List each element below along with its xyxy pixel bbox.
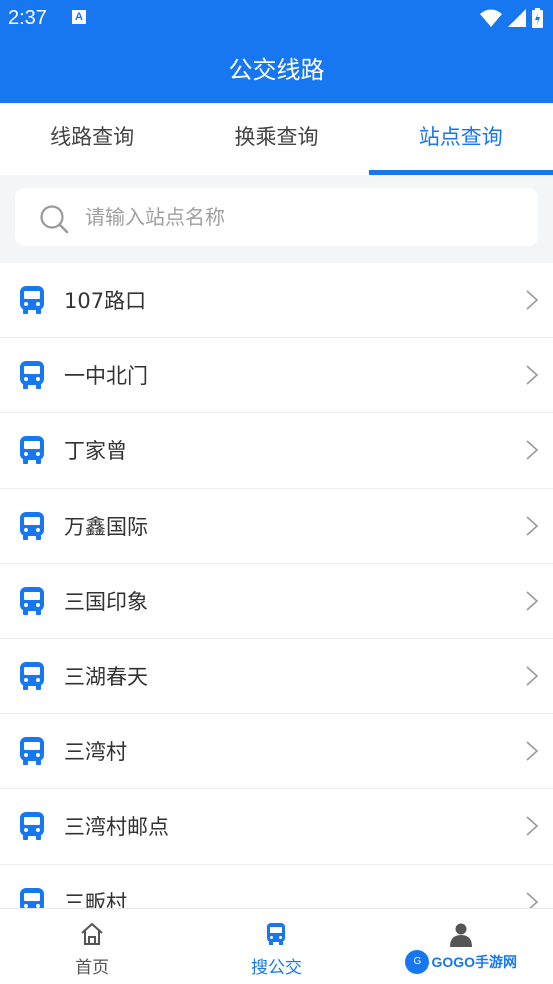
station-item[interactable]: 三湾村 xyxy=(0,714,553,790)
station-name: 万鑫国际 xyxy=(64,514,148,539)
chevron-right-icon xyxy=(526,365,539,385)
station-search-input[interactable] xyxy=(85,198,515,236)
station-item[interactable]: 三国印象 xyxy=(0,564,553,639)
station-name: 三国印象 xyxy=(64,589,148,614)
bus-icon xyxy=(20,286,44,314)
watermark: G GOGO手游网 xyxy=(405,950,517,974)
page-title: 公交线路 xyxy=(228,56,325,84)
tab-bar: 线路查询 换乘查询 站点查询 xyxy=(0,103,553,175)
chevron-right-icon xyxy=(526,816,539,836)
chevron-right-icon xyxy=(526,666,539,686)
station-item[interactable]: 一中北门 xyxy=(0,338,553,414)
bus-icon xyxy=(20,661,44,690)
user-icon xyxy=(449,923,472,947)
bus-icon xyxy=(267,923,286,945)
nav-label-bus: 搜公交 xyxy=(250,958,302,978)
signal-icon xyxy=(508,9,526,27)
notification-icon: A xyxy=(72,10,86,24)
watermark-logo-icon: G xyxy=(405,950,430,974)
tab-station-search[interactable]: 站点查询 xyxy=(368,103,553,175)
station-item[interactable]: 万鑫国际 xyxy=(0,489,553,564)
status-bar: 2:37 A xyxy=(0,0,553,38)
status-time: 2:37 xyxy=(8,7,47,29)
home-icon xyxy=(81,923,103,945)
search-icon xyxy=(40,205,69,234)
bus-icon xyxy=(20,586,44,615)
tab-transfer-search[interactable]: 换乘查询 xyxy=(184,103,368,175)
station-name: 三畈村 xyxy=(64,890,127,909)
station-name: 三湾村 xyxy=(64,740,127,765)
nav-item-bus[interactable]: 搜公交 xyxy=(184,909,368,984)
nav-item-home[interactable]: 首页 xyxy=(0,909,184,984)
station-item[interactable]: 三湖春天 xyxy=(0,639,553,715)
bus-icon xyxy=(20,436,44,465)
station-list: 107路口一中北门丁家曾万鑫国际三国印象三湖春天三湾村三湾村邮点三畈村 xyxy=(0,263,553,908)
chevron-right-icon xyxy=(526,741,539,761)
chevron-right-icon xyxy=(526,440,539,460)
wifi-icon xyxy=(480,9,502,27)
chevron-right-icon xyxy=(526,290,539,310)
watermark-text: GOGO手游网 xyxy=(431,954,517,970)
bus-icon xyxy=(20,812,44,841)
station-name: 三湾村邮点 xyxy=(64,815,169,840)
app-header: 公交线路 xyxy=(0,38,553,103)
station-item[interactable]: 三畈村 xyxy=(0,865,553,909)
bus-icon xyxy=(20,511,44,540)
search-area xyxy=(0,175,553,263)
bus-icon xyxy=(20,737,44,766)
station-name: 107路口 xyxy=(64,289,147,313)
bus-icon xyxy=(20,887,44,908)
battery-icon xyxy=(532,8,543,28)
search-box[interactable] xyxy=(15,188,538,246)
tab-route-search[interactable]: 线路查询 xyxy=(0,103,184,175)
station-item[interactable]: 三湾村邮点 xyxy=(0,789,553,865)
bus-icon xyxy=(20,361,44,390)
station-name: 三湖春天 xyxy=(64,664,148,689)
chevron-right-icon xyxy=(526,591,539,611)
station-name: 一中北门 xyxy=(64,364,148,389)
station-name: 丁家曾 xyxy=(64,439,127,464)
chevron-right-icon xyxy=(526,515,539,536)
station-item[interactable]: 丁家曾 xyxy=(0,413,553,489)
nav-label-home: 首页 xyxy=(75,958,110,978)
chevron-right-icon xyxy=(526,891,539,908)
status-icons xyxy=(480,8,543,28)
station-item[interactable]: 107路口 xyxy=(0,263,553,339)
